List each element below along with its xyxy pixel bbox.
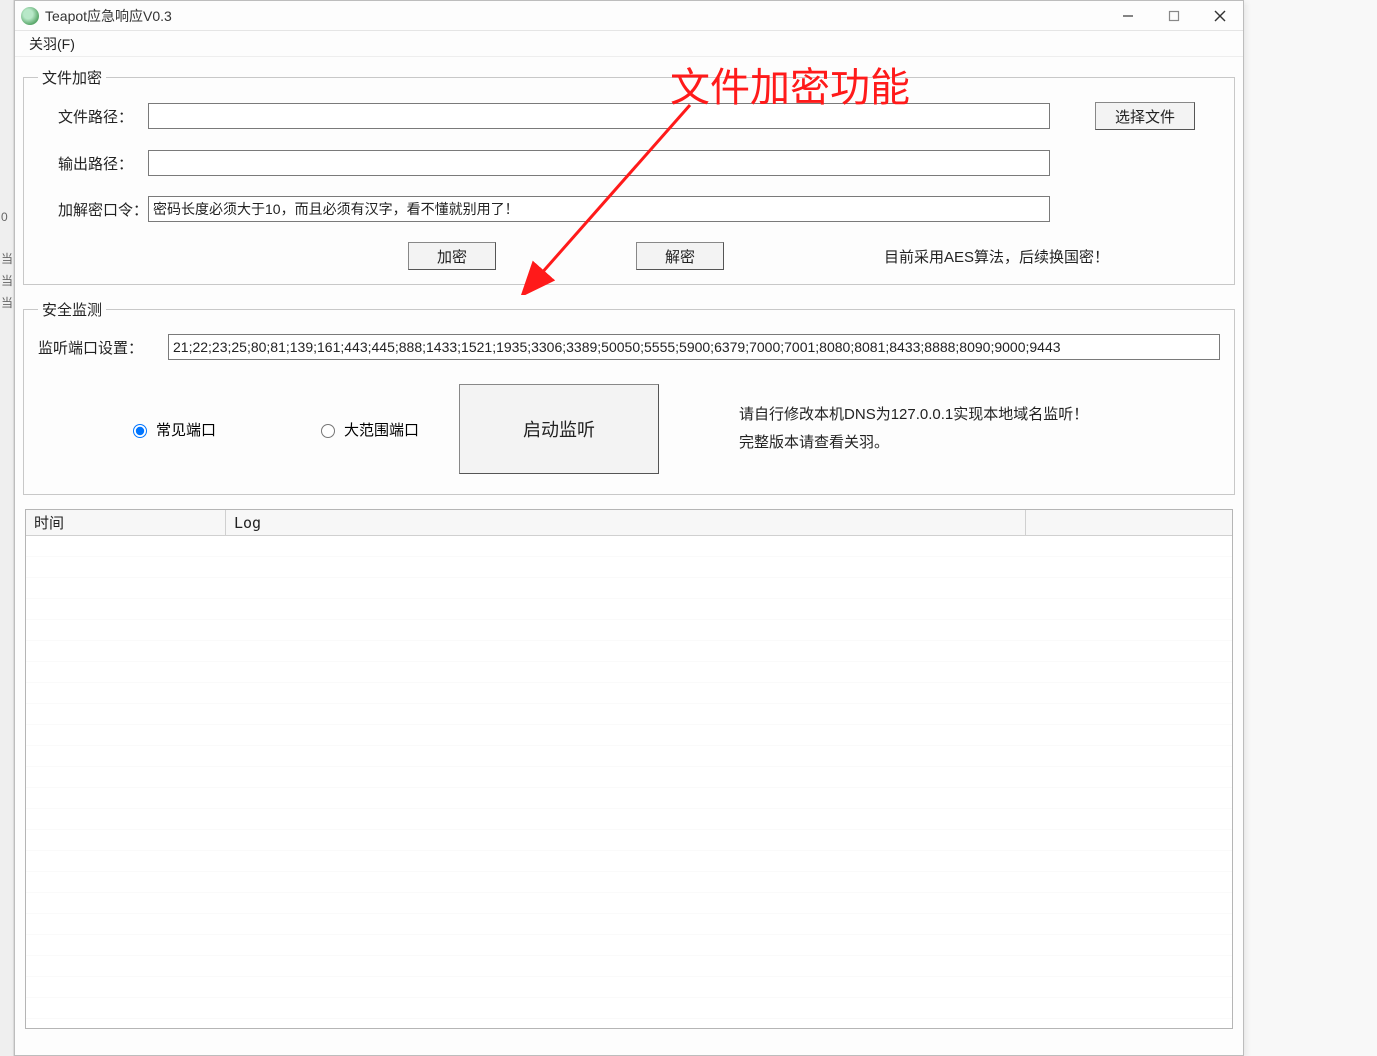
maximize-icon [1168,10,1180,22]
label-port-setting: 监听端口设置： [38,337,168,358]
col-spacer [1026,510,1232,535]
label-output-path: 输出路径： [38,153,148,174]
close-icon [1214,10,1226,22]
group-file-encrypt: 文件加密 文件路径： 选择文件 输出路径： 加解密口令： [23,67,1235,285]
group-security-monitor: 安全监测 监听端口设置： 常见端口 大范围端口 [23,299,1235,495]
window-title: Teapot应急响应V0.3 [45,6,1105,26]
app-window: Teapot应急响应V0.3 关羽(F) 文件加密 文件路径： 选择文件 [14,0,1244,1056]
minimize-button[interactable] [1105,1,1151,31]
dns-note: 请自行修改本机DNS为127.0.0.1实现本地域名监听！ 完整版本请查看关羽。 [739,401,1088,458]
radio-wide-ports-label: 大范围端口 [344,419,419,440]
radio-common-ports-label: 常见端口 [156,419,216,440]
col-log[interactable]: Log [226,510,1026,535]
input-port-setting[interactable] [168,334,1220,360]
app-icon [21,7,39,25]
minimize-icon [1122,10,1134,22]
log-listview-header: 时间 Log [26,510,1232,536]
radio-wide-ports[interactable]: 大范围端口 [316,419,419,440]
close-button[interactable] [1197,1,1243,31]
menu-guanyu[interactable]: 关羽(F) [21,32,83,56]
titlebar: Teapot应急响应V0.3 [15,1,1243,31]
group-security-monitor-legend: 安全监测 [38,299,106,320]
decrypt-button[interactable]: 解密 [636,242,724,270]
algo-note: 目前采用AES算法，后续换国密！ [884,246,1109,267]
maximize-button[interactable] [1151,1,1197,31]
select-file-button[interactable]: 选择文件 [1095,102,1195,130]
label-password: 加解密口令： [38,199,148,220]
log-listview[interactable]: 时间 Log [25,509,1233,1029]
group-file-encrypt-legend: 文件加密 [38,67,106,88]
start-monitor-button[interactable]: 启动监听 [459,384,659,474]
input-output-path[interactable] [148,150,1050,176]
menubar: 关羽(F) [15,31,1243,57]
input-file-path[interactable] [148,103,1050,129]
dns-note-line1: 请自行修改本机DNS为127.0.0.1实现本地域名监听！ [739,401,1088,430]
radio-common-ports-input[interactable] [133,424,147,438]
encrypt-button[interactable]: 加密 [408,242,496,270]
input-password[interactable] [148,196,1050,222]
dns-note-line2: 完整版本请查看关羽。 [739,429,1088,458]
col-time[interactable]: 时间 [26,510,226,535]
label-file-path: 文件路径： [38,106,148,127]
content-area: 文件加密 文件路径： 选择文件 输出路径： 加解密口令： [15,57,1243,1055]
radio-wide-ports-input[interactable] [321,424,335,438]
left-gutter: 0 当 当 当 [0,0,14,1056]
log-listview-body[interactable] [26,536,1232,1028]
radio-common-ports[interactable]: 常见端口 [128,419,216,440]
